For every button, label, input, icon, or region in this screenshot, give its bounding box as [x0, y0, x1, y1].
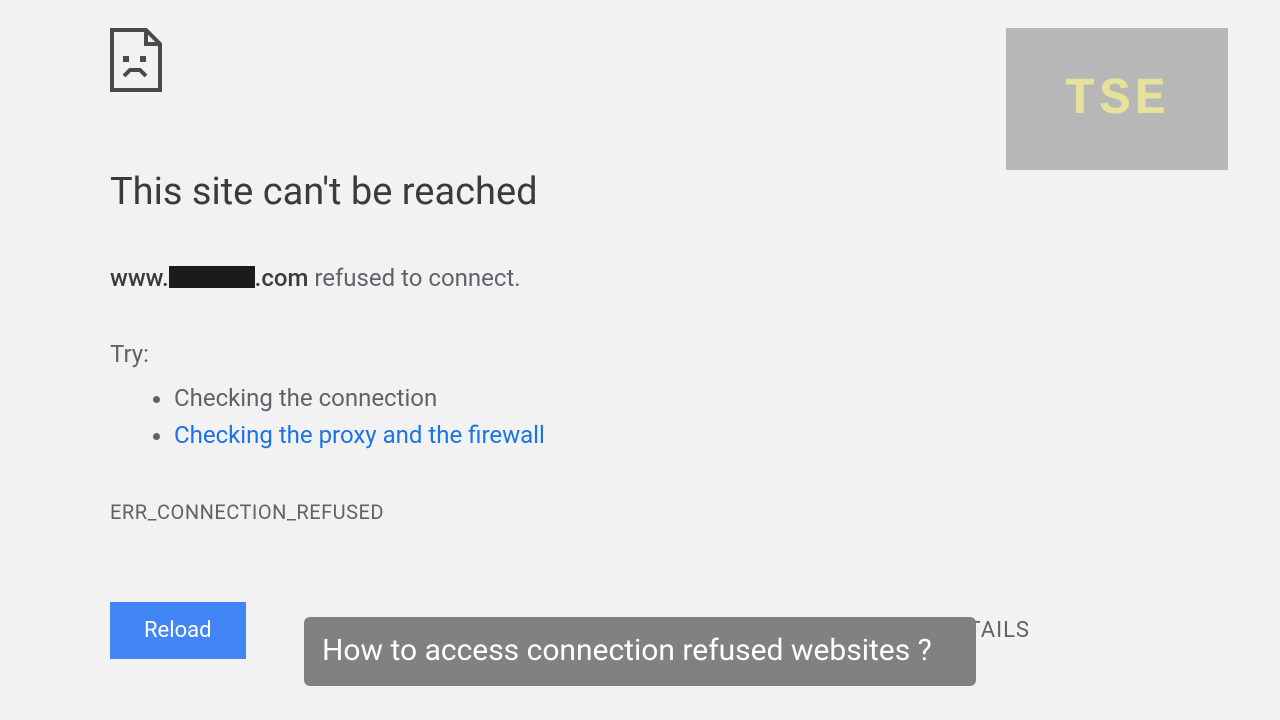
sad-file-icon [110, 28, 162, 92]
suggestion-item: Checking the connection [174, 380, 930, 417]
error-title: This site can't be reached [110, 170, 930, 214]
error-message: www. .com refused to connect. [110, 264, 930, 292]
suggestion-item: Checking the proxy and the firewall [174, 417, 930, 454]
proxy-firewall-link[interactable]: Checking the proxy and the firewall [174, 421, 545, 449]
error-page: This site can't be reached www. .com refu… [0, 0, 930, 659]
refused-text: refused to connect. [308, 264, 520, 292]
logo-text: TSE [1064, 70, 1170, 129]
host-prefix: www. [110, 264, 169, 292]
error-code: ERR_CONNECTION_REFUSED [110, 500, 930, 524]
redacted-domain [169, 266, 255, 288]
try-label: Try: [110, 340, 930, 368]
video-caption: How to access connection refused website… [304, 617, 976, 686]
host-suffix: .com [255, 264, 309, 292]
suggestion-list: Checking the connection Checking the pro… [110, 380, 930, 454]
logo-box: TSE [1006, 28, 1228, 170]
reload-button[interactable]: Reload [110, 602, 246, 659]
